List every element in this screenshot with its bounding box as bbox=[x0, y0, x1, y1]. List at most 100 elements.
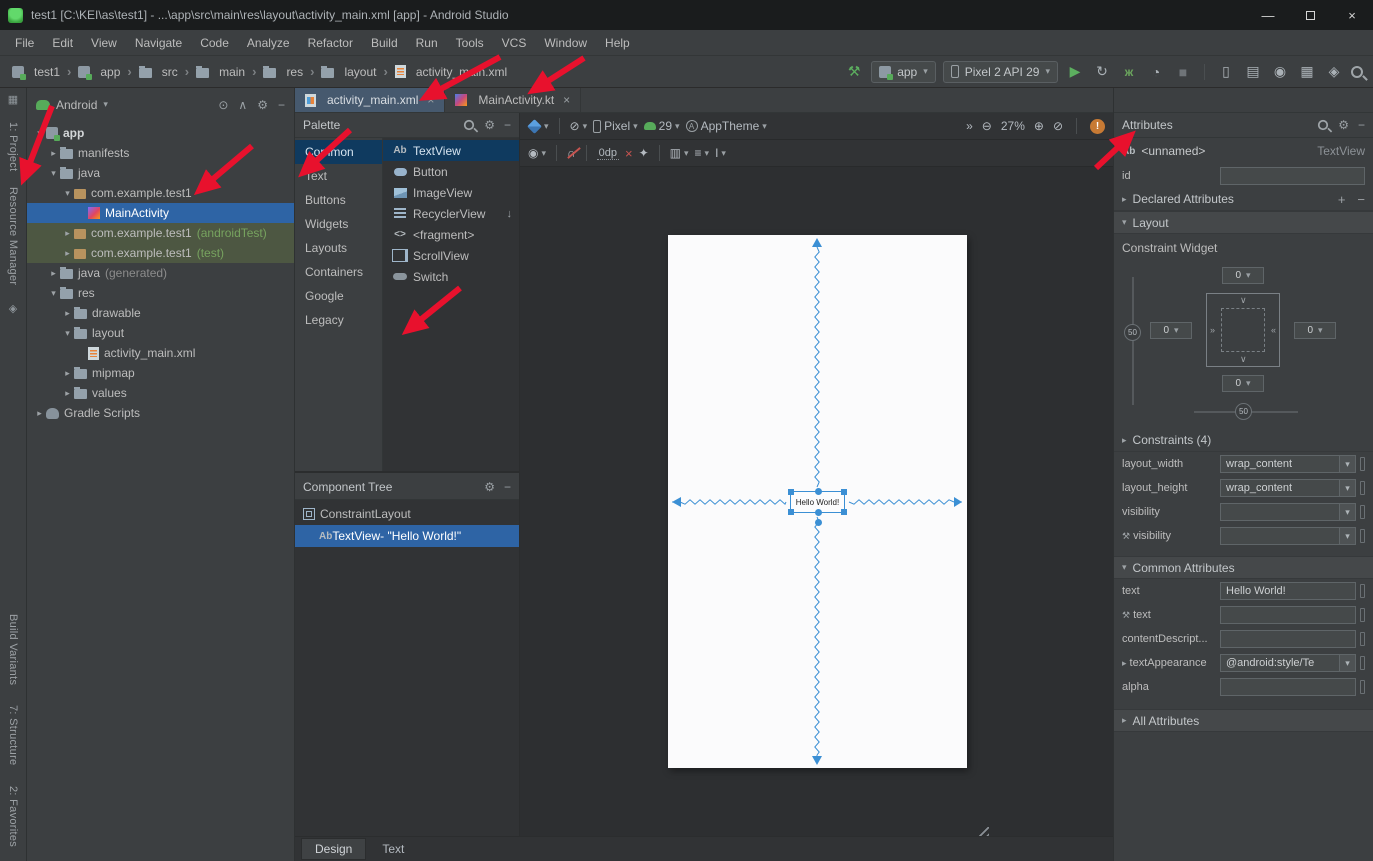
tree-toggle-icon[interactable]: ▸ bbox=[61, 308, 74, 319]
menu-window[interactable]: Window bbox=[535, 34, 596, 52]
layout-section[interactable]: ▾ Layout bbox=[1114, 211, 1373, 234]
download-icon[interactable]: ↓ bbox=[507, 208, 513, 220]
palette-item-scrollview[interactable]: ScrollView bbox=[383, 245, 519, 266]
tree-toggle-icon[interactable]: ▸ bbox=[61, 248, 74, 259]
component-textview-hello-world[interactable]: Ab TextView- "Hello World!" bbox=[295, 525, 519, 547]
collapse-all-icon[interactable]: ∧ bbox=[238, 98, 247, 112]
menu-refactor[interactable]: Refactor bbox=[299, 34, 362, 52]
mode-tab-text[interactable]: Text bbox=[368, 838, 418, 860]
margin-right-select[interactable]: 0 ▾ bbox=[1294, 322, 1336, 339]
chevron-down-icon[interactable]: ▾ bbox=[103, 99, 108, 110]
palette-category-google[interactable]: Google bbox=[295, 284, 382, 308]
tree-toggle-icon[interactable]: ▾ bbox=[61, 328, 74, 339]
tree-toggle-icon[interactable]: ▸ bbox=[33, 408, 46, 419]
palette-category-layouts[interactable]: Layouts bbox=[295, 236, 382, 260]
tree-item-com-example-test1-test[interactable]: ▸com.example.test1 (test) bbox=[27, 243, 294, 263]
resource-picker-button[interactable] bbox=[1360, 680, 1365, 694]
tree-item-com-example-test1-androidtest[interactable]: ▸com.example.test1 (androidTest) bbox=[27, 223, 294, 243]
expand-arrow-icon[interactable]: ▸ bbox=[1122, 658, 1127, 669]
attr-field-text[interactable]: Hello World! bbox=[1220, 582, 1356, 600]
breadcrumb-item-src[interactable]: src bbox=[137, 63, 180, 81]
default-margin-selector[interactable]: 0dp bbox=[597, 147, 619, 160]
gear-icon[interactable]: ⚙ bbox=[484, 480, 495, 494]
gear-icon[interactable]: ⚙ bbox=[1338, 118, 1349, 132]
infer-constraints-button[interactable]: ✦ bbox=[639, 146, 649, 160]
align-selector[interactable]: ≡ ▾ bbox=[695, 146, 710, 160]
margin-left-select[interactable]: 0 ▾ bbox=[1150, 322, 1192, 339]
tree-toggle-icon[interactable]: ▾ bbox=[47, 168, 60, 179]
constraint-left-icon[interactable]: » bbox=[1210, 326, 1215, 335]
sdk-manager-button[interactable]: ▦ bbox=[1297, 61, 1317, 83]
collapse-arrow-icon[interactable]: ▾ bbox=[1122, 562, 1127, 573]
orientation-selector[interactable]: ⊘ ▾ bbox=[570, 119, 588, 133]
palette-item-recyclerview[interactable]: RecyclerView↓ bbox=[383, 203, 519, 224]
hide-panel-icon[interactable]: − bbox=[278, 98, 285, 112]
tool-button-1-project[interactable]: 1: Project bbox=[7, 122, 19, 171]
project-view-selector[interactable]: Android bbox=[56, 98, 97, 112]
chevron-down-icon[interactable]: ▾ bbox=[1339, 504, 1355, 520]
horizontal-bias-value[interactable]: 50 bbox=[1235, 403, 1252, 420]
breadcrumb-item-main[interactable]: main bbox=[194, 63, 247, 81]
close-button[interactable]: × bbox=[1331, 0, 1373, 30]
resource-picker-button[interactable] bbox=[1360, 608, 1365, 622]
zoom-fit-button[interactable]: ⊘ bbox=[1053, 119, 1063, 133]
component-constraintlayout[interactable]: ConstraintLayout bbox=[295, 503, 519, 525]
build-button[interactable]: ⚒ bbox=[844, 61, 864, 83]
mode-tab-design[interactable]: Design bbox=[301, 838, 366, 860]
search-icon[interactable] bbox=[1318, 120, 1328, 130]
canvas-resize-grip[interactable] bbox=[975, 827, 989, 836]
tab-activity-main-xml[interactable]: activity_main.xml× bbox=[295, 88, 445, 112]
chevron-down-icon[interactable]: ▾ bbox=[1339, 655, 1355, 671]
resource-picker-button[interactable] bbox=[1360, 457, 1365, 471]
device-selector[interactable]: Pixel ▾ bbox=[593, 119, 638, 133]
expand-arrow-icon[interactable]: ▸ bbox=[1122, 715, 1127, 726]
search-icon[interactable] bbox=[464, 120, 474, 130]
margin-top-select[interactable]: 0 ▾ bbox=[1222, 267, 1264, 284]
tree-item-com-example-test1[interactable]: ▾com.example.test1 bbox=[27, 183, 294, 203]
menu-analyze[interactable]: Analyze bbox=[238, 34, 299, 52]
resize-handle[interactable] bbox=[788, 509, 794, 515]
constraint-right-icon[interactable]: « bbox=[1271, 326, 1276, 335]
vertical-bias-value[interactable]: 50 bbox=[1124, 324, 1141, 341]
vertical-bias-slider[interactable] bbox=[1132, 277, 1134, 405]
stop-button[interactable]: ■ bbox=[1173, 61, 1193, 83]
tree-item-mipmap[interactable]: ▸mipmap bbox=[27, 363, 294, 383]
device-manager-button[interactable]: ▯ bbox=[1216, 61, 1236, 83]
clear-constraints-button[interactable]: × bbox=[625, 146, 633, 161]
settings-icon[interactable]: ⚙ bbox=[257, 98, 268, 112]
tree-toggle-icon[interactable]: ▸ bbox=[61, 368, 74, 379]
menu-edit[interactable]: Edit bbox=[43, 34, 82, 52]
palette-category-buttons[interactable]: Buttons bbox=[295, 188, 382, 212]
chevron-down-icon[interactable]: ▾ bbox=[1339, 528, 1355, 544]
breadcrumb-item-app[interactable]: app bbox=[76, 63, 122, 81]
menu-file[interactable]: File bbox=[6, 34, 43, 52]
tree-item-layout[interactable]: ▾layout bbox=[27, 323, 294, 343]
palette-category-text[interactable]: Text bbox=[295, 164, 382, 188]
maximize-button[interactable] bbox=[1289, 0, 1331, 30]
locate-file-icon[interactable]: ⊙ bbox=[218, 98, 228, 112]
attr-field-contentdescript[interactable] bbox=[1220, 630, 1356, 648]
tree-item-values[interactable]: ▸values bbox=[27, 383, 294, 403]
expand-arrow-icon[interactable]: ▸ bbox=[1122, 435, 1127, 446]
palette-category-containers[interactable]: Containers bbox=[295, 260, 382, 284]
gear-icon[interactable]: ⚙ bbox=[484, 118, 495, 132]
common-attributes-section[interactable]: ▾ Common Attributes bbox=[1114, 556, 1373, 579]
attr-field-alpha[interactable] bbox=[1220, 678, 1356, 696]
api-selector[interactable]: 29 ▾ bbox=[644, 119, 680, 133]
menu-run[interactable]: Run bbox=[407, 34, 447, 52]
menu-help[interactable]: Help bbox=[596, 34, 639, 52]
margin-bottom-select[interactable]: 0 ▾ bbox=[1222, 375, 1264, 392]
chevron-down-icon[interactable]: ▾ bbox=[1339, 456, 1355, 472]
menu-tools[interactable]: Tools bbox=[447, 34, 493, 52]
constraint-bottom-icon[interactable]: ∨ bbox=[1240, 355, 1247, 364]
menu-vcs[interactable]: VCS bbox=[493, 34, 536, 52]
pack-selector[interactable]: ▥ ▾ bbox=[670, 146, 689, 160]
constraint-top-icon[interactable]: ∨ bbox=[1240, 296, 1247, 305]
tree-item-app[interactable]: ▾app bbox=[27, 123, 294, 143]
collapse-arrow-icon[interactable]: ▾ bbox=[1122, 217, 1127, 228]
menu-code[interactable]: Code bbox=[191, 34, 238, 52]
attr-field-layout-width[interactable]: wrap_content▾ bbox=[1220, 455, 1356, 473]
constraint-anchor-top[interactable] bbox=[815, 488, 822, 495]
tree-item-drawable[interactable]: ▸drawable bbox=[27, 303, 294, 323]
tree-item-manifests[interactable]: ▸manifests bbox=[27, 143, 294, 163]
